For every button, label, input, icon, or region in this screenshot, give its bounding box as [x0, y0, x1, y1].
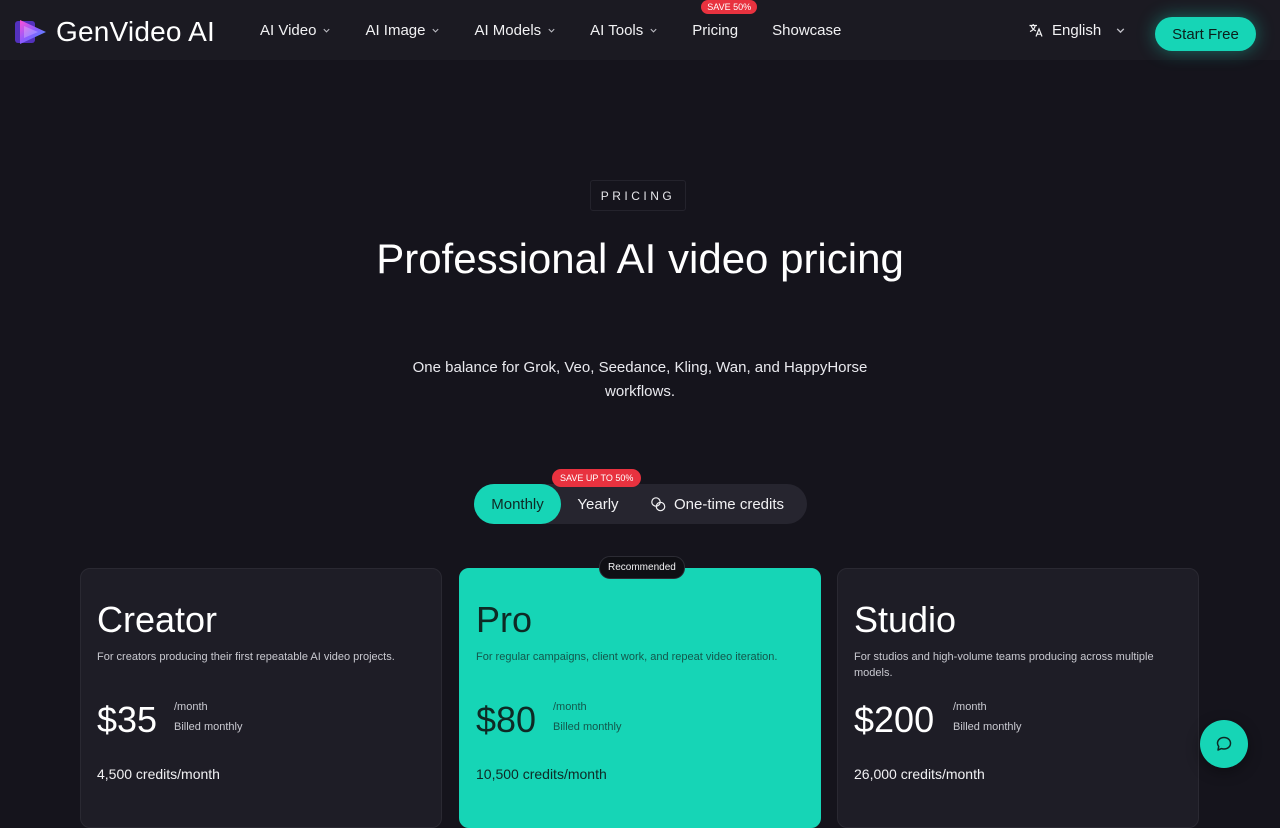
- billing-toggle: Monthly Yearly One-time credits: [474, 484, 807, 524]
- plan-card-studio[interactable]: Studio For studios and high-volume teams…: [837, 568, 1199, 828]
- plan-price: $35: [97, 699, 158, 740]
- plan-period: /month Billed monthly: [553, 697, 621, 737]
- plan-period-unit: /month: [174, 701, 208, 713]
- language-label: English: [1052, 21, 1102, 39]
- chevron-down-icon: [323, 28, 331, 33]
- plan-billing-note: Billed monthly: [953, 721, 1022, 733]
- page-title: Professional AI video pricing: [376, 235, 904, 282]
- plan-description: For studios and high-volume teams produc…: [854, 651, 1154, 679]
- play-logo-icon: [15, 20, 46, 44]
- plan-description: For regular campaigns, client work, and …: [476, 651, 778, 663]
- nav-label: AI Models: [474, 21, 542, 39]
- plan-credits: 4,500 credits/month: [97, 766, 220, 782]
- plan-name: Pro: [476, 599, 533, 640]
- billing-option-one-time[interactable]: One-time credits: [637, 484, 797, 524]
- brand-logo[interactable]: GenVideo AI: [14, 16, 215, 48]
- billing-option-monthly[interactable]: Monthly: [474, 484, 561, 524]
- plan-price: $200: [854, 699, 935, 740]
- translate-icon: [1029, 24, 1043, 37]
- nav-item-ai-video[interactable]: AI Video: [260, 22, 331, 39]
- chat-button[interactable]: [1200, 720, 1248, 768]
- nav-label: Showcase: [772, 21, 842, 39]
- plan-period-unit: /month: [553, 701, 587, 713]
- section-eyebrow: PRICING: [590, 180, 686, 211]
- nav-item-ai-image[interactable]: AI Image: [365, 22, 440, 39]
- language-selector[interactable]: English: [1028, 0, 1126, 60]
- nav-item-ai-tools[interactable]: AI Tools: [590, 22, 658, 39]
- plan-credits: 26,000 credits/month: [854, 766, 985, 782]
- page-subtitle: One balance for Grok, Veo, Seedance, Kli…: [412, 359, 868, 400]
- yearly-save-badge: SAVE UP TO 50%: [552, 469, 642, 487]
- plan-period-unit: /month: [953, 701, 987, 713]
- nav-label: AI Image: [365, 21, 426, 39]
- nav-item-showcase[interactable]: Showcase: [772, 22, 841, 39]
- nav-label: AI Video: [260, 21, 317, 39]
- save-badge: SAVE 50%: [701, 0, 758, 14]
- chevron-down-icon: [548, 28, 555, 33]
- plan-price: $80: [476, 699, 537, 740]
- chat-bubble-icon: [1216, 736, 1232, 751]
- start-free-button[interactable]: Start Free: [1155, 17, 1256, 51]
- recommended-badge: Recommended: [599, 556, 685, 579]
- plan-period: /month Billed monthly: [174, 697, 242, 737]
- plan-name: Creator: [97, 599, 218, 640]
- top-nav: GenVideo AI AI Video AI Image AI Models …: [0, 0, 1280, 60]
- billing-option-label: One-time credits: [673, 495, 785, 513]
- plan-description: For creators producing their first repea…: [97, 651, 395, 663]
- chevron-down-icon: [650, 28, 657, 33]
- plan-card-pro[interactable]: Pro For regular campaigns, client work, …: [459, 568, 821, 828]
- coins-icon: [651, 497, 666, 512]
- plan-billing-note: Billed monthly: [174, 721, 243, 733]
- plan-card-creator[interactable]: Creator For creators producing their fir…: [80, 568, 442, 828]
- nav-label: Pricing: [692, 21, 739, 39]
- brand-name: GenVideo AI: [56, 16, 215, 47]
- nav-item-pricing[interactable]: SAVE 50% Pricing: [692, 0, 758, 39]
- plan-period: /month Billed monthly: [953, 697, 1021, 737]
- plan-name: Studio: [854, 599, 957, 640]
- nav-item-ai-models[interactable]: AI Models: [474, 22, 556, 39]
- chevron-down-icon: [432, 28, 440, 33]
- nav-label: AI Tools: [590, 21, 644, 39]
- chevron-down-icon: [1116, 27, 1125, 33]
- plan-billing-note: Billed monthly: [553, 721, 622, 733]
- primary-nav: AI Video AI Image AI Models AI Tools SAV…: [260, 0, 875, 60]
- billing-option-yearly[interactable]: Yearly: [561, 484, 635, 524]
- plan-credits: 10,500 credits/month: [476, 766, 607, 782]
